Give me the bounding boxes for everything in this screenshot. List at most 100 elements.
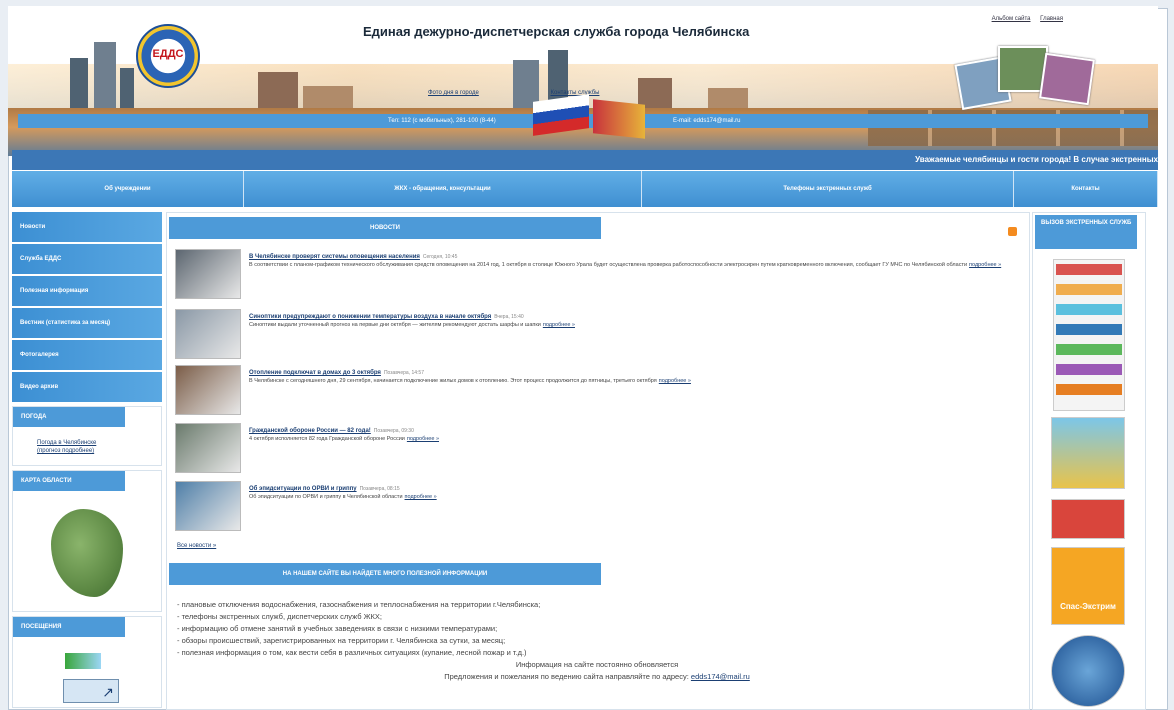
mchs-emblem[interactable] bbox=[1051, 635, 1125, 707]
mid-link-photo[interactable]: Фото дня в городе bbox=[428, 90, 479, 96]
news-title-link[interactable]: Отопление подключат в домах до 3 октября bbox=[249, 370, 381, 376]
news-title-link[interactable]: В Челябинске проверят системы оповещения… bbox=[249, 254, 420, 260]
menu-photo-gallery[interactable]: Фотогалерея bbox=[12, 340, 162, 370]
weather-more-link[interactable]: (прогноз подробнее) bbox=[37, 448, 94, 454]
news-item: Гражданской обороне России — 82 года! Поз… bbox=[175, 423, 1015, 475]
menu-video-archive[interactable]: Видео архив bbox=[12, 372, 162, 402]
news-text: 4 октября исполняется 82 года Гражданско… bbox=[249, 436, 1019, 444]
proposal-email-link[interactable]: edds174@mail.ru bbox=[691, 672, 750, 681]
news-text: В соответствии с планом-графиком техниче… bbox=[249, 262, 1019, 270]
proposal-text: Предложения и пожелания по ведению сайта… bbox=[444, 672, 689, 681]
visit-counter-badge[interactable] bbox=[65, 653, 101, 669]
news-date: Сегодня, 10:45 bbox=[422, 254, 458, 260]
weather-heading: ПОГОДА bbox=[13, 407, 125, 427]
news-more-link[interactable]: подробнее » bbox=[969, 262, 1001, 268]
nav-about[interactable]: Об учреждении bbox=[12, 171, 244, 207]
all-news-link[interactable]: Все новости » bbox=[177, 543, 216, 549]
edds-logo[interactable]: ЕДДС bbox=[136, 24, 200, 88]
news-date: Позавчера, 09:30 bbox=[373, 428, 414, 434]
news-body: Отопление подключат в домах до 3 октября… bbox=[249, 367, 1019, 386]
nav-phones[interactable]: Телефоны экстренных служб bbox=[642, 171, 1014, 207]
photo-collage bbox=[954, 46, 1110, 110]
visit-counter[interactable]: ↗ bbox=[63, 679, 119, 703]
info-list: - плановые отключения водоснабжения, газ… bbox=[177, 599, 1017, 683]
news-thumbnail[interactable] bbox=[175, 365, 241, 415]
news-item: Об эпидситуации по ОРВИ и гриппу Позавчер… bbox=[175, 481, 1015, 533]
region-map[interactable] bbox=[13, 491, 161, 611]
info-proposal: Предложения и пожелания по ведению сайта… bbox=[177, 671, 1017, 683]
news-thumbnail[interactable] bbox=[175, 481, 241, 531]
building bbox=[70, 58, 88, 108]
chelyabinsk-flag-icon bbox=[593, 99, 645, 139]
news-title-link[interactable]: Синоптики предупреждают о понижении темп… bbox=[249, 314, 491, 320]
news-heading: НОВОСТИ bbox=[169, 217, 601, 239]
news-title-link[interactable]: Гражданской обороне России — 82 года! bbox=[249, 428, 371, 434]
region-map-shape bbox=[51, 509, 123, 597]
mid-links: Фото дня в городе Контакты службы bbox=[428, 90, 669, 96]
info-item: - обзоры происшествий, зарегистрированны… bbox=[177, 636, 506, 645]
news-summary: Об эпидситуации по ОРВИ и гриппу в Челяб… bbox=[249, 494, 403, 500]
safety-promo-banner[interactable] bbox=[1051, 499, 1125, 539]
news-summary: В Челябинске с сегодняшнего дня, 29 сент… bbox=[249, 378, 657, 384]
building bbox=[120, 68, 134, 108]
news-item: В Челябинске проверят системы оповещения… bbox=[175, 249, 1015, 301]
menu-service[interactable]: Служба ЕДДС bbox=[12, 244, 162, 274]
email-text[interactable]: E-mail: edds174@mail.ru bbox=[673, 114, 740, 128]
main-nav: Об учреждении ЖКХ - обращения, консульта… bbox=[12, 171, 1158, 207]
building bbox=[708, 88, 748, 108]
building bbox=[258, 72, 298, 108]
news-body: Об эпидситуации по ОРВИ и гриппу Позавчер… bbox=[249, 483, 1019, 502]
map-block: КАРТА ОБЛАСТИ bbox=[12, 470, 162, 612]
phone-text: Тел: 112 (с мобильных), 281-100 (8-44) bbox=[388, 118, 496, 124]
news-text: В Челябинске с сегодняшнего дня, 29 сент… bbox=[249, 378, 1019, 386]
news-summary: Синоптики выдали уточненный прогноз на п… bbox=[249, 322, 541, 328]
menu-news[interactable]: Новости bbox=[12, 212, 162, 242]
news-title-link[interactable]: Об эпидситуации по ОРВИ и гриппу bbox=[249, 486, 357, 492]
news-item: Отопление подключат в домах до 3 октября… bbox=[175, 365, 1015, 417]
news-item: Синоптики предупреждают о понижении темп… bbox=[175, 309, 1015, 361]
news-body: Синоптики предупреждают о понижении темп… bbox=[249, 311, 1019, 330]
menu-bulletin[interactable]: Вестник (статистика за месяц) bbox=[12, 308, 162, 338]
main-content: НОВОСТИ В Челябинске проверят системы оп… bbox=[166, 212, 1030, 710]
news-thumbnail[interactable] bbox=[175, 249, 241, 299]
rss-icon[interactable] bbox=[1008, 227, 1017, 236]
visits-heading: ПОСЕЩЕНИЯ bbox=[13, 617, 125, 637]
top-link-home[interactable]: Главная bbox=[1040, 16, 1063, 22]
info-item: - полезная информация о том, как вести с… bbox=[177, 648, 527, 657]
right-sidebar: ВЫЗОВ ЭКСТРЕННЫХ СЛУЖБ Спас-Экстрим bbox=[1032, 212, 1146, 710]
left-sidebar: Новости Служба ЕДДС Полезная информация … bbox=[12, 212, 162, 708]
map-heading: КАРТА ОБЛАСТИ bbox=[13, 471, 125, 491]
site-title: Единая дежурно-диспетчерская служба горо… bbox=[363, 24, 750, 39]
news-body: Гражданской обороне России — 82 года! Поз… bbox=[249, 425, 1019, 444]
weather-link[interactable]: Погода в Челябинске bbox=[37, 440, 96, 446]
weather-block: ПОГОДА Погода в Челябинске (прогноз подр… bbox=[12, 406, 162, 466]
news-ticker: Уважаемые челябинцы и гости города! В сл… bbox=[12, 150, 1158, 170]
news-text: Об эпидситуации по ОРВИ и гриппу в Челяб… bbox=[249, 494, 1019, 502]
nav-housing[interactable]: ЖКХ - обращения, консультации bbox=[244, 171, 642, 207]
header-banner: ЕДДС Единая дежурно-диспетчерская служба… bbox=[8, 6, 1158, 156]
top-links: Альбом сайта Главная bbox=[984, 16, 1063, 22]
top-link-album[interactable]: Альбом сайта bbox=[992, 16, 1031, 22]
menu-useful-info[interactable]: Полезная информация bbox=[12, 276, 162, 306]
news-more-link[interactable]: подробнее » bbox=[405, 494, 437, 500]
news-thumbnail[interactable] bbox=[175, 309, 241, 359]
emergency-phones-banner[interactable] bbox=[1053, 259, 1125, 411]
news-more-link[interactable]: подробнее » bbox=[543, 322, 575, 328]
nav-contacts[interactable]: Контакты bbox=[1014, 171, 1158, 207]
info-heading: НА НАШЕМ САЙТЕ ВЫ НАЙДЕТЕ МНОГО ПОЛЕЗНОЙ… bbox=[169, 563, 601, 585]
info-item: - плановые отключения водоснабжения, газ… bbox=[177, 600, 541, 609]
news-thumbnail[interactable] bbox=[175, 423, 241, 473]
news-body: В Челябинске проверят системы оповещения… bbox=[249, 251, 1019, 270]
news-date: Позавчера, 14:57 bbox=[383, 370, 424, 376]
safety-kids-banner[interactable] bbox=[1051, 417, 1125, 489]
news-more-link[interactable]: подробнее » bbox=[407, 436, 439, 442]
info-note: Информация на сайте постоянно обновляетс… bbox=[515, 660, 679, 669]
news-text: Синоптики выдали уточненный прогноз на п… bbox=[249, 322, 1019, 330]
info-item: - телефоны экстренных служб, диспетчерск… bbox=[177, 612, 382, 621]
news-summary: 4 октября исполняется 82 года Гражданско… bbox=[249, 436, 405, 442]
news-summary: В соответствии с планом-графиком техниче… bbox=[249, 262, 968, 268]
spas-extreme-banner[interactable]: Спас-Экстрим bbox=[1051, 547, 1125, 625]
news-more-link[interactable]: подробнее » bbox=[659, 378, 691, 384]
news-date: Вчера, 15:40 bbox=[494, 314, 524, 320]
news-date: Позавчера, 08:15 bbox=[359, 486, 400, 492]
